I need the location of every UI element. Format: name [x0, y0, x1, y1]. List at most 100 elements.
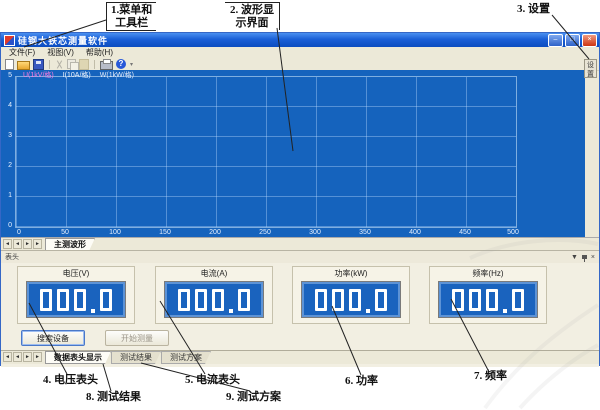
nav-prev-icon[interactable]: ◄ [13, 352, 22, 362]
new-file-icon[interactable] [5, 59, 14, 70]
meter-voltage: 电压(V) [17, 266, 135, 324]
print-icon[interactable] [100, 61, 113, 70]
seg-digit [74, 289, 86, 311]
close-panel-icon[interactable]: × [591, 253, 595, 262]
seg-digit [40, 289, 52, 311]
menu-item-view[interactable]: 视图(V) [41, 47, 80, 58]
menu-bar: 文件(F) 视图(V) 帮助(H) [1, 47, 599, 58]
x-tick: 500 [507, 229, 519, 236]
seg-digit [452, 289, 464, 311]
start-measure-button[interactable]: 开始测量 [105, 330, 169, 346]
waveform-tab-strip: ◄ ◄ ► ► 主测波形 [1, 237, 599, 251]
annotation-test-result: 8. 测试结果 [86, 391, 141, 404]
seg-digit [375, 289, 387, 311]
frequency-display [438, 281, 538, 318]
bottom-tab-strip: ◄ ◄ ► ► 数据表头显示 测试结果 测试方案 [1, 350, 599, 364]
legend-power: W(1kW/格) [100, 70, 134, 80]
nav-next-icon[interactable]: ► [23, 352, 32, 362]
cut-icon[interactable] [55, 60, 64, 69]
seg-digit [512, 289, 524, 311]
x-tick: 50 [61, 229, 69, 236]
seg-digit [486, 289, 498, 311]
x-tick: 150 [159, 229, 171, 236]
seg-decimal-point [229, 309, 233, 313]
nav-next-icon[interactable]: ► [23, 239, 32, 249]
meter-frequency: 频率(Hz) [429, 266, 547, 324]
annotation-waveform: 2. 波形显示界面 [225, 2, 280, 30]
tab-test-plan[interactable]: 测试方案 [161, 351, 211, 364]
x-tick: 100 [109, 229, 121, 236]
annotation-frequency: 7. 频率 [474, 370, 507, 383]
y-tick: 1 [1, 192, 12, 199]
seg-digit [178, 289, 190, 311]
y-tick: 3 [1, 132, 12, 139]
tab-test-result[interactable]: 测试结果 [111, 351, 161, 364]
seg-digit [469, 289, 481, 311]
x-tick: 400 [409, 229, 421, 236]
toolbar-separator [94, 60, 95, 69]
toolbar-separator [49, 60, 50, 69]
waveform-chart-area: 5 4 3 2 1 0 0 50 100 150 200 250 300 350… [1, 70, 585, 237]
seg-digit [332, 289, 344, 311]
seg-digit [315, 289, 327, 311]
y-tick: 0 [1, 222, 12, 229]
tab-data-display[interactable]: 数据表头显示 [45, 351, 111, 364]
y-tick: 2 [1, 162, 12, 169]
seg-digit [238, 289, 250, 311]
current-display [164, 281, 264, 318]
tab-nav-buttons: ◄ ◄ ► ► [3, 352, 42, 362]
panel-caption: 表头 [5, 252, 19, 262]
open-folder-icon[interactable] [17, 61, 30, 70]
pin-icon[interactable] [582, 255, 587, 259]
annotation-current: 5. 电流表头 [185, 374, 240, 387]
menu-item-file[interactable]: 文件(F) [3, 47, 41, 58]
search-device-button[interactable]: 搜索设备 [21, 330, 85, 346]
menu-item-help[interactable]: 帮助(H) [80, 47, 119, 58]
y-tick: 5 [1, 72, 12, 79]
title-bar: 硅钢大铁芯测量软件 – □ × [1, 33, 599, 47]
voltage-display [26, 281, 126, 318]
meter-label: 电流(A) [156, 268, 272, 279]
x-tick: 350 [359, 229, 371, 236]
seg-digit [57, 289, 69, 311]
x-tick: 0 [17, 229, 21, 236]
legend-voltage: U(1kV/格) [23, 70, 54, 80]
meter-label: 电压(V) [18, 268, 134, 279]
nav-last-icon[interactable]: ► [33, 239, 42, 249]
meter-power: 功率(kW) [292, 266, 410, 324]
plot-area [15, 76, 517, 228]
power-display [301, 281, 401, 318]
app-icon [4, 35, 15, 46]
x-tick: 450 [459, 229, 471, 236]
tab-nav-buttons: ◄ ◄ ► ► [3, 239, 42, 249]
settings-button[interactable]: 设置 [584, 59, 597, 78]
window-title: 硅钢大铁芯测量软件 [18, 34, 546, 47]
close-button[interactable]: × [582, 34, 597, 47]
nav-first-icon[interactable]: ◄ [3, 352, 12, 362]
maximize-button[interactable]: □ [565, 34, 580, 47]
save-icon[interactable] [33, 59, 44, 70]
x-tick: 250 [259, 229, 271, 236]
meter-label: 频率(Hz) [430, 268, 546, 279]
x-tick: 300 [309, 229, 321, 236]
copy-icon[interactable] [67, 59, 76, 69]
legend-current: I(10A/格) [63, 70, 91, 80]
minimize-button[interactable]: – [548, 34, 563, 47]
toolbar-overflow-icon[interactable]: ▾ [130, 61, 133, 68]
nav-last-icon[interactable]: ► [33, 352, 42, 362]
chevron-down-icon[interactable]: ▼ [571, 253, 578, 262]
paste-icon[interactable] [79, 59, 89, 70]
help-icon[interactable] [116, 59, 126, 69]
annotation-voltage: 4. 电压表头 [43, 374, 98, 387]
annotation-test-plan: 9. 测试方案 [226, 391, 281, 404]
seg-digit [212, 289, 224, 311]
seg-decimal-point [503, 309, 507, 313]
meter-label: 功率(kW) [293, 268, 409, 279]
nav-first-icon[interactable]: ◄ [3, 239, 12, 249]
seg-digit [349, 289, 361, 311]
nav-prev-icon[interactable]: ◄ [13, 239, 22, 249]
panel-caption-bar: 表头 ▼ × [1, 251, 599, 263]
annotation-power: 6. 功率 [345, 375, 378, 388]
leader-test-result [103, 364, 111, 391]
app-window: 硅钢大铁芯测量软件 – □ × 文件(F) 视图(V) 帮助(H) ▾ 5 4 … [0, 32, 600, 366]
